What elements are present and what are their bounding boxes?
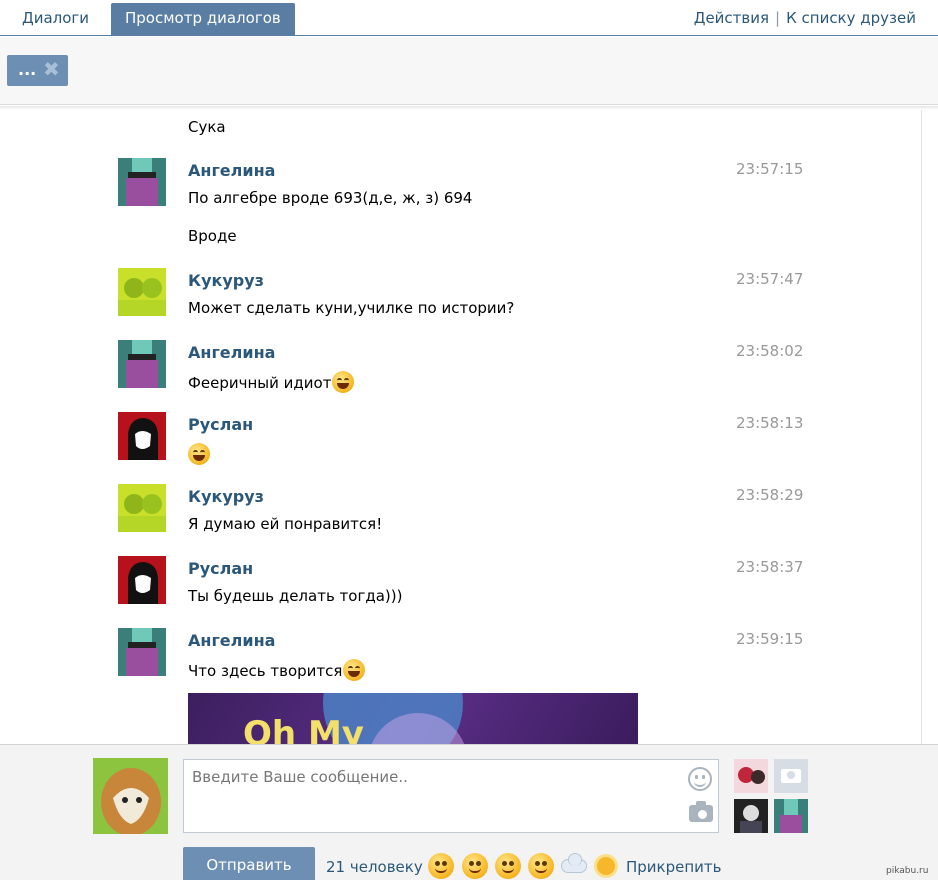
recipient-count-link[interactable]: 21 человеку — [326, 858, 423, 876]
avatar[interactable] — [118, 268, 166, 316]
message-text-row: Что здесь творится — [188, 659, 366, 681]
top-tabs-bar: Диалоги Просмотр диалогов Действия | К спи… — [0, 0, 938, 36]
message-time: 23:58:13 — [736, 414, 804, 432]
message-author[interactable]: Руслан — [188, 415, 253, 434]
watermark: pikabu.ru — [886, 866, 929, 876]
message-time: 23:58:02 — [736, 342, 804, 360]
message-author[interactable]: Ангелина — [188, 343, 275, 362]
message-author[interactable]: Кукуруз — [188, 487, 264, 506]
top-links: Действия | К списку друзей — [694, 9, 916, 27]
message-author[interactable]: Руслан — [188, 559, 253, 578]
recipient-avatar[interactable] — [774, 799, 808, 833]
avatar[interactable] — [118, 484, 166, 532]
cloud-icon[interactable] — [561, 853, 587, 873]
image-caption: Oh My — [243, 714, 364, 744]
friends-list-link[interactable]: К списку друзей — [786, 9, 916, 27]
link-separator: | — [775, 9, 781, 27]
message-text: Фееричный идиот — [188, 374, 332, 392]
message-time: 23:58:37 — [736, 558, 804, 576]
avatar[interactable] — [118, 340, 166, 388]
message-time: 23:58:29 — [736, 486, 804, 504]
message-text: Вроде — [188, 227, 237, 245]
message-text: Ты будешь делать тогда))) — [188, 587, 403, 605]
add-photo-button[interactable] — [774, 759, 808, 793]
message-time: 23:57:47 — [736, 270, 804, 288]
grinning-emoji-icon[interactable] — [462, 853, 488, 879]
camera-icon — [781, 769, 801, 783]
message-text-row — [188, 443, 210, 465]
tab-view-dialogs[interactable]: Просмотр диалогов — [111, 3, 295, 36]
avatar[interactable] — [118, 412, 166, 460]
message-text: Я думаю ей понравится! — [188, 515, 383, 533]
dots-label: ... — [18, 60, 37, 79]
message-author[interactable]: Кукуруз — [188, 271, 264, 290]
message-time: 23:59:15 — [736, 630, 804, 648]
more-actions-button[interactable]: ... ✖ — [7, 55, 68, 86]
laughing-tears-emoji-icon — [343, 659, 366, 681]
message-author[interactable]: Ангелина — [188, 631, 275, 650]
avatar[interactable] — [118, 556, 166, 604]
sad-emoji-icon[interactable] — [528, 853, 554, 879]
message-text: По алгебре вроде 693(д,е, ж, з) 694 — [188, 189, 473, 207]
avatar[interactable] — [118, 158, 166, 206]
compose-area: Отправить 21 человеку Прикрепить — [0, 744, 938, 880]
tab-dialogs[interactable]: Диалоги — [8, 3, 103, 36]
message-text: Сука — [188, 118, 226, 136]
surprised-emoji-icon[interactable] — [495, 853, 521, 879]
camera-icon[interactable] — [689, 801, 713, 822]
my-avatar[interactable] — [93, 758, 168, 834]
dialog-toolbar: ... ✖ — [0, 37, 938, 105]
message-author[interactable]: Ангелина — [188, 161, 275, 180]
message-text: Может сделать куни,училке по истории? — [188, 299, 515, 317]
close-icon[interactable]: ✖ — [43, 55, 60, 84]
message-time: 23:57:15 — [736, 160, 804, 178]
laughing-tears-emoji-icon — [332, 371, 355, 393]
smile-icon[interactable] — [688, 767, 712, 791]
attach-link[interactable]: Прикрепить — [626, 858, 722, 876]
recipient-avatar[interactable] — [734, 759, 768, 793]
send-button[interactable]: Отправить — [183, 847, 315, 880]
message-text-row: Фееричный идиот — [188, 371, 355, 393]
avatar[interactable] — [118, 628, 166, 676]
attached-image[interactable]: Oh My — [188, 693, 638, 744]
scrollbar[interactable] — [921, 110, 938, 744]
message-list: Сука Ангелина 23:57:15 По алгебре вроде … — [0, 110, 920, 744]
message-input[interactable] — [183, 759, 719, 833]
grinning-emoji-icon — [188, 443, 210, 465]
sun-icon[interactable] — [597, 857, 615, 875]
smiling-emoji-icon[interactable] — [428, 853, 454, 879]
actions-link[interactable]: Действия — [694, 9, 769, 27]
message-text: Что здесь творится — [188, 662, 343, 680]
recipient-avatar[interactable] — [734, 799, 768, 833]
